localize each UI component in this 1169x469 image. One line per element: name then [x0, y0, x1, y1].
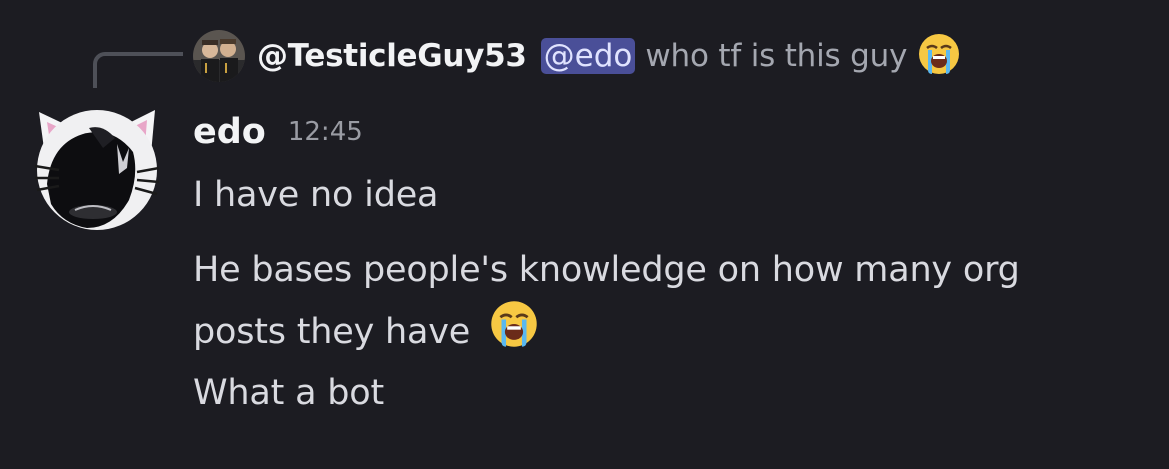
message-text: What a bot [193, 373, 385, 413]
reply-author-name[interactable]: @TesticleGuy53 [257, 38, 527, 74]
message-line: He bases people's knowledge on how many … [193, 241, 1020, 367]
reply-message-text: who tf is this guy [645, 38, 908, 74]
message-author-name[interactable]: edo [193, 112, 266, 152]
chat-message-view: @TesticleGuy53 @edo who tf is this guy e… [0, 0, 1169, 469]
loudly-crying-face-icon [489, 299, 539, 367]
message-author-avatar[interactable] [33, 104, 161, 232]
reply-preview[interactable]: @TesticleGuy53 @edo who tf is this guy [193, 28, 961, 84]
reply-author-avatar[interactable] [193, 30, 245, 82]
message-text-continued: posts they have [193, 299, 1020, 367]
user-mention[interactable]: @edo [540, 38, 636, 74]
message-header: edo 12:45 [193, 108, 363, 156]
message-text: He bases people's knowledge on how many … [193, 250, 1020, 290]
message-text: posts they have [193, 312, 471, 352]
message-timestamp: 12:45 [287, 117, 363, 147]
message-line: I have no idea [193, 166, 438, 224]
message-text: I have no idea [193, 175, 439, 215]
reply-connector-line [93, 52, 183, 88]
message-line: What a bot [193, 364, 384, 422]
loudly-crying-face-icon [917, 32, 961, 80]
